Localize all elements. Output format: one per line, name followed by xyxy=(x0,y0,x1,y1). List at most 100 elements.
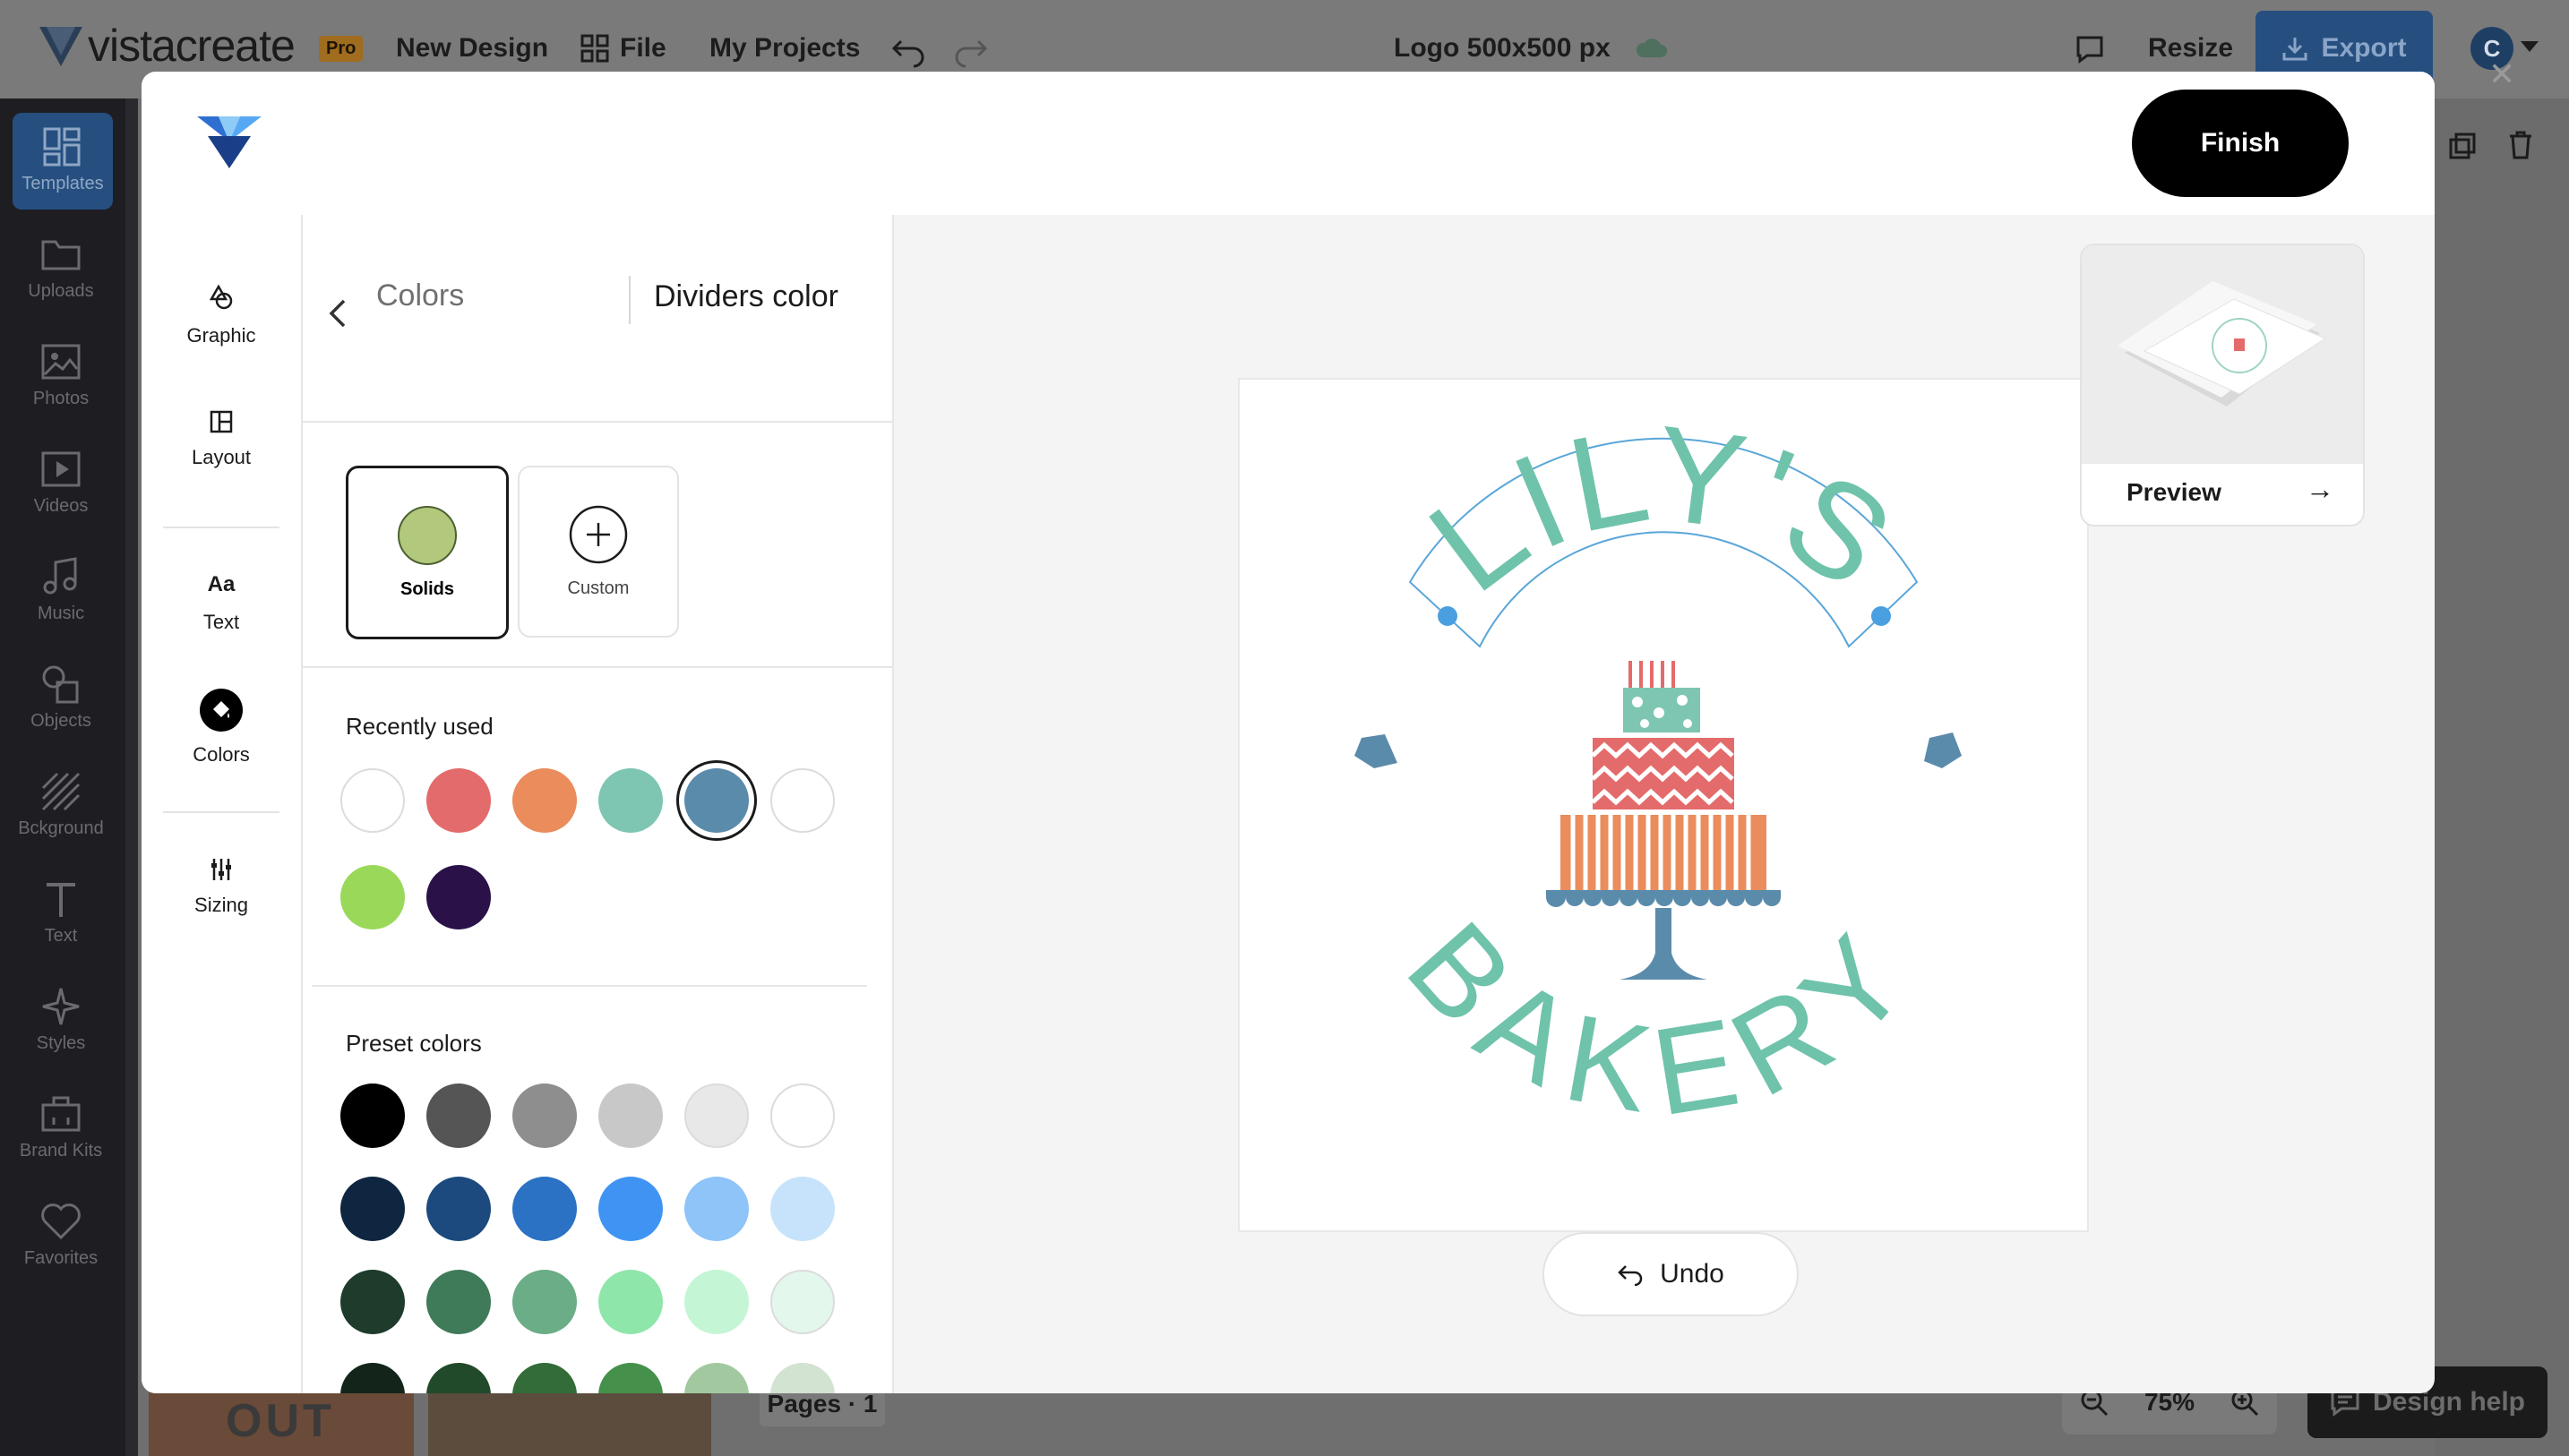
duplicate-icon[interactable] xyxy=(2447,131,2478,161)
sidebar-item-text[interactable]: Text xyxy=(0,878,122,946)
preset-color-swatch[interactable] xyxy=(426,1083,491,1148)
undo-icon xyxy=(1618,1265,1643,1286)
sidebar-item-label: Templates xyxy=(21,174,104,193)
sidebar-item-label: Uploads xyxy=(28,281,94,301)
pro-badge: Pro xyxy=(319,36,364,62)
tool-label: Colors xyxy=(193,743,250,766)
tool-label: Graphic xyxy=(186,324,256,347)
back-chevron-icon[interactable] xyxy=(326,295,349,331)
recent-color-swatch[interactable] xyxy=(770,768,835,833)
close-icon[interactable]: ✕ xyxy=(2488,56,2515,93)
canvas-toolbar-area xyxy=(2435,98,2569,1456)
finish-button[interactable]: Finish xyxy=(2132,90,2349,197)
rail-divider xyxy=(163,811,279,813)
tool-sizing[interactable]: Sizing xyxy=(142,856,301,917)
sidebar-item-photos[interactable]: Photos xyxy=(0,340,122,409)
preset-color-swatch[interactable] xyxy=(598,1363,663,1393)
tool-text[interactable]: Aa Text xyxy=(142,570,301,634)
tool-layout[interactable]: Layout xyxy=(142,408,301,469)
tool-graphic[interactable]: Graphic xyxy=(142,283,301,347)
heart-icon xyxy=(41,1203,81,1240)
breadcrumb-colors[interactable]: Colors xyxy=(376,278,464,313)
tool-colors[interactable]: Colors xyxy=(142,688,301,767)
vistacreate-logo-icon xyxy=(39,27,82,66)
recent-color-swatch[interactable] xyxy=(426,865,491,929)
chevron-down-icon[interactable] xyxy=(2521,41,2539,54)
preset-color-swatch[interactable] xyxy=(512,1177,577,1241)
sidebar-item-templates[interactable]: Templates xyxy=(13,113,113,210)
template-thumbnail[interactable] xyxy=(428,1392,711,1456)
recent-color-swatch[interactable] xyxy=(684,768,749,833)
graphic-icon xyxy=(209,284,233,310)
document-title[interactable]: Logo 500x500 px xyxy=(1394,25,1611,72)
design-canvas[interactable]: LILY'S BAKERY xyxy=(1240,380,2087,1230)
sidebar-item-background[interactable]: Bckground xyxy=(0,770,122,839)
undo-button[interactable]: Undo xyxy=(1542,1232,1799,1316)
colors-icon xyxy=(200,689,243,732)
selection-handle xyxy=(1871,606,1891,626)
brand-wordmark: vistacreate xyxy=(88,21,296,71)
preset-color-swatch[interactable] xyxy=(512,1270,577,1334)
plus-circle-icon xyxy=(569,505,628,564)
preset-color-swatch[interactable] xyxy=(426,1177,491,1241)
preset-color-swatch[interactable] xyxy=(340,1363,405,1393)
sidebar-item-music[interactable]: Music xyxy=(0,555,122,624)
video-icon xyxy=(41,451,81,487)
sidebar-item-videos[interactable]: Videos xyxy=(0,448,122,517)
undo-arrow-icon[interactable] xyxy=(890,25,926,72)
preset-color-swatch[interactable] xyxy=(770,1083,835,1148)
preset-color-swatch[interactable] xyxy=(340,1177,405,1241)
preset-color-swatch[interactable] xyxy=(512,1083,577,1148)
preset-color-swatch[interactable] xyxy=(770,1363,835,1393)
text-aa-icon: Aa xyxy=(207,572,236,596)
template-thumbnail[interactable]: OUT xyxy=(149,1392,414,1456)
sidebar-item-styles[interactable]: Styles xyxy=(0,985,122,1054)
recent-color-swatch[interactable] xyxy=(340,768,405,833)
recent-color-swatch[interactable] xyxy=(512,768,577,833)
recent-color-swatch[interactable] xyxy=(598,768,663,833)
rail-divider xyxy=(163,527,279,528)
preset-color-swatch[interactable] xyxy=(684,1177,749,1241)
preview-card[interactable]: Preview → xyxy=(2080,244,2365,527)
solids-card[interactable]: Solids xyxy=(346,466,509,639)
preset-color-swatch[interactable] xyxy=(770,1270,835,1334)
sidebar-item-label: Photos xyxy=(32,389,90,408)
my-projects-link[interactable]: My Projects xyxy=(709,25,860,72)
resize-button[interactable]: Resize xyxy=(2148,25,2233,72)
new-design-button[interactable]: New Design xyxy=(396,25,548,72)
recent-color-swatch[interactable] xyxy=(426,768,491,833)
arrow-right-icon: → xyxy=(2306,473,2334,505)
sidebar-panel-edge xyxy=(125,98,138,1456)
preset-color-swatch[interactable] xyxy=(684,1270,749,1334)
background-icon xyxy=(41,772,81,811)
preset-color-swatch[interactable] xyxy=(340,1083,405,1148)
preset-color-swatch[interactable] xyxy=(426,1270,491,1334)
sidebar-item-brand-kits[interactable]: Brand Kits xyxy=(0,1092,122,1161)
recent-color-swatch[interactable] xyxy=(340,865,405,929)
preset-color-swatch[interactable] xyxy=(340,1270,405,1334)
preset-color-swatch[interactable] xyxy=(598,1270,663,1334)
file-menu[interactable]: File xyxy=(580,25,666,72)
comment-icon[interactable] xyxy=(2075,34,2105,64)
tool-rail: Graphic Layout Aa Text Colors Sizing xyxy=(142,215,303,1393)
custom-card[interactable]: Custom xyxy=(518,466,679,638)
preset-color-swatch[interactable] xyxy=(770,1177,835,1241)
grid-icon xyxy=(580,34,609,63)
preview-label: Preview xyxy=(2127,478,2221,506)
custom-label: Custom xyxy=(567,578,630,598)
redo-arrow-icon[interactable] xyxy=(953,25,989,72)
tool-label: Layout xyxy=(191,446,252,468)
sidebar-item-objects[interactable]: Objects xyxy=(0,663,122,732)
preset-color-swatch[interactable] xyxy=(598,1083,663,1148)
preset-color-swatch[interactable] xyxy=(598,1177,663,1241)
sidebar-item-label: Bckground xyxy=(18,818,104,838)
preset-color-swatch[interactable] xyxy=(684,1083,749,1148)
panel-divider xyxy=(303,666,892,668)
preset-color-swatch[interactable] xyxy=(512,1363,577,1393)
vistacreate-logo-icon xyxy=(197,116,262,168)
sidebar-item-favorites[interactable]: Favorites xyxy=(0,1200,122,1269)
preset-color-swatch[interactable] xyxy=(684,1363,749,1393)
trash-icon[interactable] xyxy=(2506,129,2535,161)
preset-color-swatch[interactable] xyxy=(426,1363,491,1393)
sidebar-item-uploads[interactable]: Uploads xyxy=(0,233,122,302)
